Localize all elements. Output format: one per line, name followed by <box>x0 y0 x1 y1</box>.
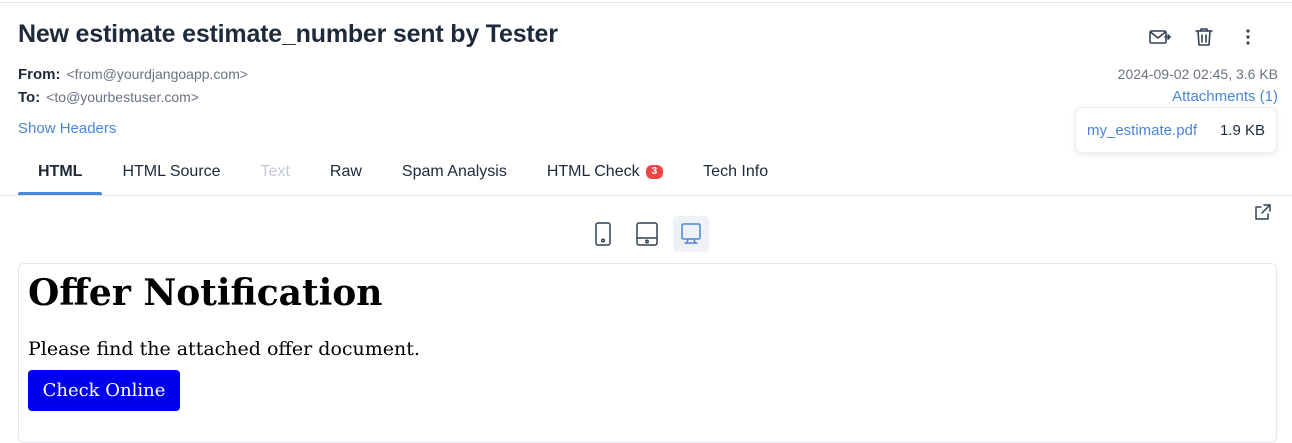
tab-html-source[interactable]: HTML Source <box>102 150 240 194</box>
top-divider <box>0 2 1292 3</box>
view-tabs: HTML HTML Source Text Raw Spam Analysis … <box>18 150 788 196</box>
preview-paragraph: Please find the attached offer document. <box>28 338 420 360</box>
tab-raw[interactable]: Raw <box>310 150 382 194</box>
device-mobile-button[interactable] <box>585 216 621 252</box>
date-size: 2024-09-02 02:45, 3.6 KB <box>1117 66 1278 82</box>
tab-text: Text <box>260 163 290 180</box>
to-row: To: <to@yourbestuser.com> <box>18 89 199 106</box>
tab-tech-info[interactable]: Tech Info <box>683 150 788 194</box>
to-label: To: <box>18 89 41 106</box>
html-check-badge: 3 <box>645 165 664 179</box>
external-link-icon <box>1255 204 1271 220</box>
desktop-icon <box>681 223 701 244</box>
delete-button[interactable] <box>1182 24 1226 50</box>
more-vertical-icon <box>1246 29 1250 45</box>
attachments-popover: my_estimate.pdf 1.9 KB <box>1075 107 1277 153</box>
from-label: From: <box>18 66 61 83</box>
email-preview: Offer Notification Please find the attac… <box>18 263 1277 443</box>
check-online-button[interactable]: Check Online <box>28 370 180 411</box>
forward-button[interactable] <box>1138 24 1182 50</box>
from-address: <from@yourdjangoapp.com> <box>66 66 249 82</box>
email-subject: New estimate estimate_number sent by Tes… <box>18 20 558 48</box>
attachment-size: 1.9 KB <box>1219 121 1265 139</box>
forward-icon <box>1149 30 1171 44</box>
tablet-icon <box>636 222 658 246</box>
attachment-name[interactable]: my_estimate.pdf <box>1087 122 1197 139</box>
attachments-link[interactable]: Attachments (1) <box>1172 88 1278 105</box>
tab-html-check-label: HTML Check <box>546 163 640 180</box>
tab-spam-analysis[interactable]: Spam Analysis <box>382 150 527 194</box>
tab-html-check[interactable]: HTML Check 3 <box>527 150 683 194</box>
device-tablet-button[interactable] <box>629 216 665 252</box>
message-actions <box>1138 24 1270 50</box>
to-address: <to@yourbestuser.com> <box>46 89 199 105</box>
tab-html[interactable]: HTML <box>18 150 103 196</box>
mobile-icon <box>595 222 611 246</box>
trash-icon <box>1195 28 1213 46</box>
device-desktop-button[interactable] <box>673 216 709 252</box>
show-headers-link[interactable]: Show Headers <box>18 120 116 137</box>
preview-heading: Offer Notification <box>28 272 383 314</box>
device-toggle <box>585 216 709 252</box>
more-options-button[interactable] <box>1226 24 1270 50</box>
from-row: From: <from@yourdjangoapp.com> <box>18 66 248 83</box>
tabs-divider <box>0 195 1292 196</box>
open-external-button[interactable] <box>1254 203 1272 226</box>
